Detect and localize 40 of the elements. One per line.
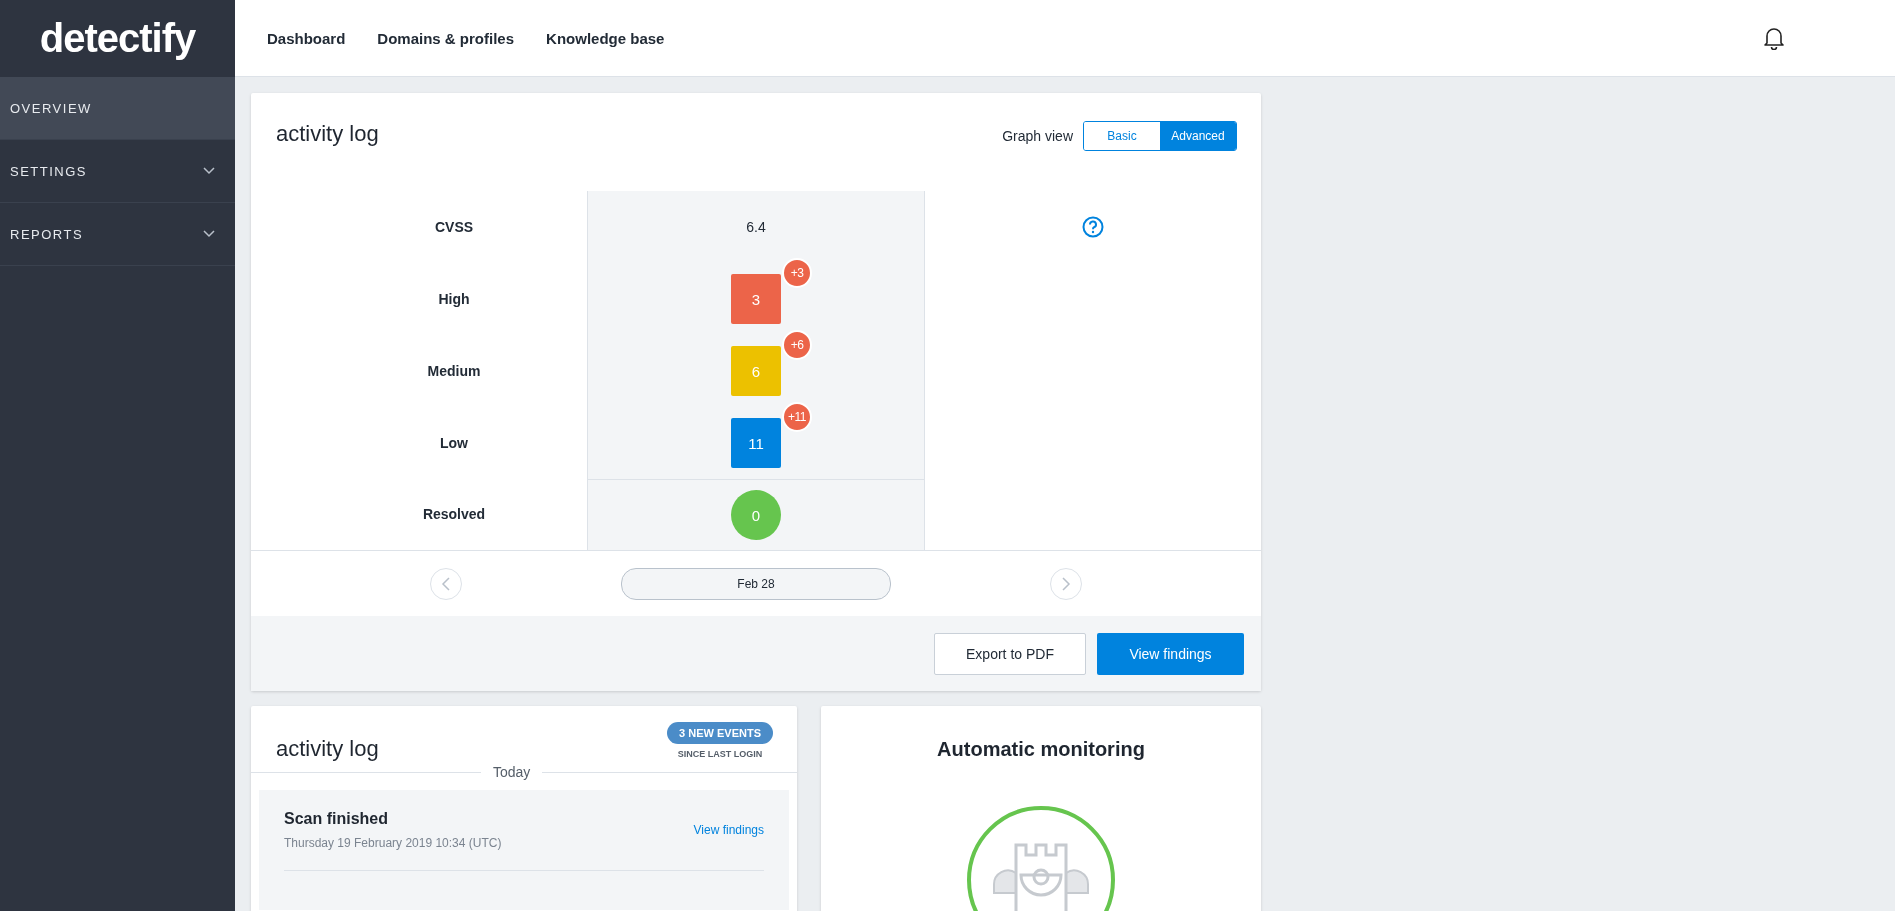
sidebar-item-label: REPORTS: [10, 226, 84, 242]
logo[interactable]: detectify: [0, 0, 235, 77]
day-heading: Today: [493, 764, 531, 780]
new-findings-badge: +6: [782, 330, 812, 360]
sidebar-item[interactable]: SETTINGS: [0, 140, 235, 203]
row-label: Medium: [426, 363, 481, 379]
new-events-badge: 3 NEW EVENTS: [667, 722, 773, 744]
card-title: Automatic monitoring: [937, 738, 1145, 761]
badge-caption: SINCE LAST LOGIN: [677, 749, 763, 759]
event-title: Scan finished: [284, 810, 390, 828]
event-time: Thursday 19 February 2019 10:34 (UTC): [284, 836, 502, 850]
sidebar-item[interactable]: OVERVIEW: [0, 77, 235, 140]
new-findings-badge: +3: [782, 258, 812, 288]
graph-view-label: Graph view: [1002, 128, 1073, 144]
cvss-score: 6.4: [746, 219, 766, 235]
graph-view-toggle[interactable]: Advanced: [1160, 122, 1236, 150]
row-label: CVSS: [433, 219, 474, 235]
sidebar-item-label: OVERVIEW: [10, 100, 92, 116]
chevron-right-icon: [1060, 576, 1071, 591]
date-selector[interactable]: Feb 28: [621, 567, 891, 600]
severity-count[interactable]: 11: [731, 418, 781, 468]
nav-link[interactable]: Domains & profiles: [377, 29, 515, 47]
chevron-left-icon: [441, 576, 452, 591]
sidebar-item-label: SETTINGS: [10, 163, 87, 179]
nav-link[interactable]: Dashboard: [267, 29, 346, 47]
sidebar-item[interactable]: REPORTS: [0, 203, 235, 266]
card-title: activity log: [276, 736, 379, 763]
row-label: Low: [439, 435, 468, 451]
new-findings-badge: +11: [782, 402, 812, 432]
chevron-down-icon: [203, 167, 215, 175]
view-findings-button[interactable]: View findings: [1097, 632, 1244, 675]
row-label: Resolved: [421, 506, 486, 522]
view-findings-link[interactable]: View findings: [693, 823, 764, 837]
nav-link[interactable]: Knowledge base: [546, 29, 665, 47]
card-title: activity log: [276, 121, 379, 147]
notifications-bell-icon[interactable]: [1763, 26, 1785, 50]
chevron-down-icon: [203, 230, 215, 238]
export-button[interactable]: Export to PDF: [934, 632, 1086, 675]
help-icon[interactable]: [1082, 216, 1104, 238]
row-label: High: [437, 291, 470, 307]
